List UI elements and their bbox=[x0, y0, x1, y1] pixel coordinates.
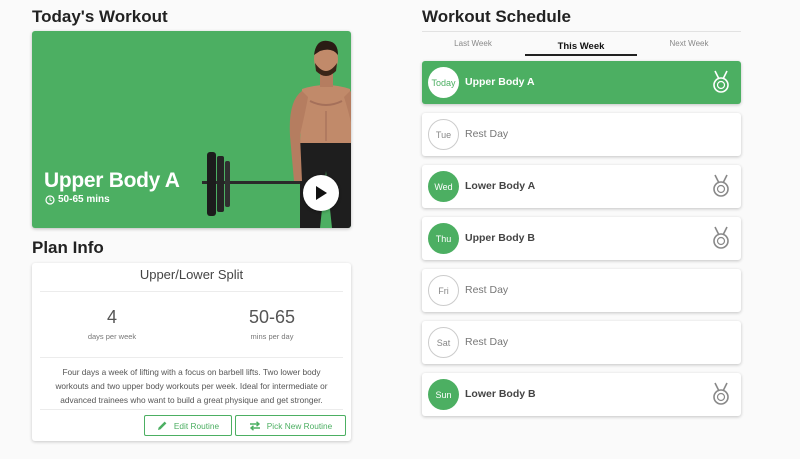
day-workout-label: Lower Body B bbox=[465, 388, 536, 400]
swap-icon bbox=[249, 420, 260, 431]
days-value: 4 bbox=[106, 307, 117, 327]
day-workout-label: Upper Body B bbox=[465, 232, 536, 244]
day-workout-label: Lower Body A bbox=[465, 180, 536, 192]
medal-icon bbox=[711, 382, 731, 406]
day-badge: Thu bbox=[428, 223, 459, 254]
day-badge: Sat bbox=[428, 327, 459, 358]
tabs-divider bbox=[422, 31, 741, 32]
mins-per-day-stat: 50-65 mins per day bbox=[192, 307, 352, 341]
schedule-day-row[interactable]: Wed Lower Body A bbox=[422, 165, 741, 208]
tab-this-week[interactable]: This Week bbox=[528, 41, 634, 52]
plan-info-heading: Plan Info bbox=[32, 238, 104, 257]
day-badge: Tue bbox=[428, 119, 459, 150]
mins-label: mins per day bbox=[250, 332, 294, 341]
workout-title: Upper Body A bbox=[44, 169, 180, 192]
day-badge: Fri bbox=[428, 275, 459, 306]
day-badge: Today bbox=[428, 67, 459, 98]
play-button[interactable] bbox=[303, 175, 339, 211]
days-label: days per week bbox=[87, 332, 137, 341]
plan-name: Upper/Lower Split bbox=[139, 267, 244, 282]
days-per-week-stat: 4 days per week bbox=[32, 307, 192, 341]
day-workout-label: Upper Body A bbox=[465, 76, 535, 88]
schedule-day-row[interactable]: Sun Lower Body B bbox=[422, 373, 741, 416]
schedule-day-row[interactable]: Thu Upper Body B bbox=[422, 217, 741, 260]
pick-new-routine-button[interactable]: Pick New Routine bbox=[235, 415, 346, 436]
mins-value: 50-65 bbox=[248, 307, 296, 327]
divider bbox=[40, 357, 343, 358]
todays-workout-heading: Today's Workout bbox=[32, 7, 168, 26]
schedule-day-row[interactable]: Fri Rest Day bbox=[422, 269, 741, 312]
day-badge: Wed bbox=[428, 171, 459, 202]
medal-icon bbox=[711, 70, 731, 94]
day-workout-label: Rest Day bbox=[465, 128, 509, 140]
workout-duration: 50-65 mins bbox=[45, 194, 110, 205]
pick-new-routine-label: Pick New Routine bbox=[266, 420, 333, 431]
todays-workout-card[interactable]: Upper Body A 50-65 mins bbox=[32, 31, 351, 228]
clock-icon bbox=[45, 194, 55, 205]
pencil-icon bbox=[157, 421, 167, 430]
schedule-day-row[interactable]: Today Upper Body A bbox=[422, 61, 741, 104]
tab-last-week[interactable]: Last Week bbox=[420, 39, 526, 48]
schedule-day-row[interactable]: Tue Rest Day bbox=[422, 113, 741, 156]
medal-icon bbox=[711, 226, 731, 250]
divider bbox=[40, 291, 343, 292]
day-workout-label: Rest Day bbox=[465, 336, 509, 348]
day-badge: Sun bbox=[428, 379, 459, 410]
tab-next-week[interactable]: Next Week bbox=[636, 39, 742, 48]
workout-schedule-heading: Workout Schedule bbox=[422, 7, 571, 26]
divider bbox=[40, 409, 343, 410]
active-tab-indicator bbox=[525, 54, 637, 56]
medal-icon bbox=[711, 174, 731, 198]
duration-label: 50-65 mins bbox=[58, 194, 110, 205]
plan-info-card: Upper/Lower Split 4 days per week 50-65 … bbox=[32, 263, 351, 441]
edit-routine-label: Edit Routine bbox=[173, 420, 220, 431]
schedule-day-row[interactable]: Sat Rest Day bbox=[422, 321, 741, 364]
edit-routine-button[interactable]: Edit Routine bbox=[144, 415, 232, 436]
play-icon bbox=[316, 186, 327, 200]
day-workout-label: Rest Day bbox=[465, 284, 509, 296]
plan-description: Four days a week of lifting with a focus… bbox=[55, 367, 328, 405]
